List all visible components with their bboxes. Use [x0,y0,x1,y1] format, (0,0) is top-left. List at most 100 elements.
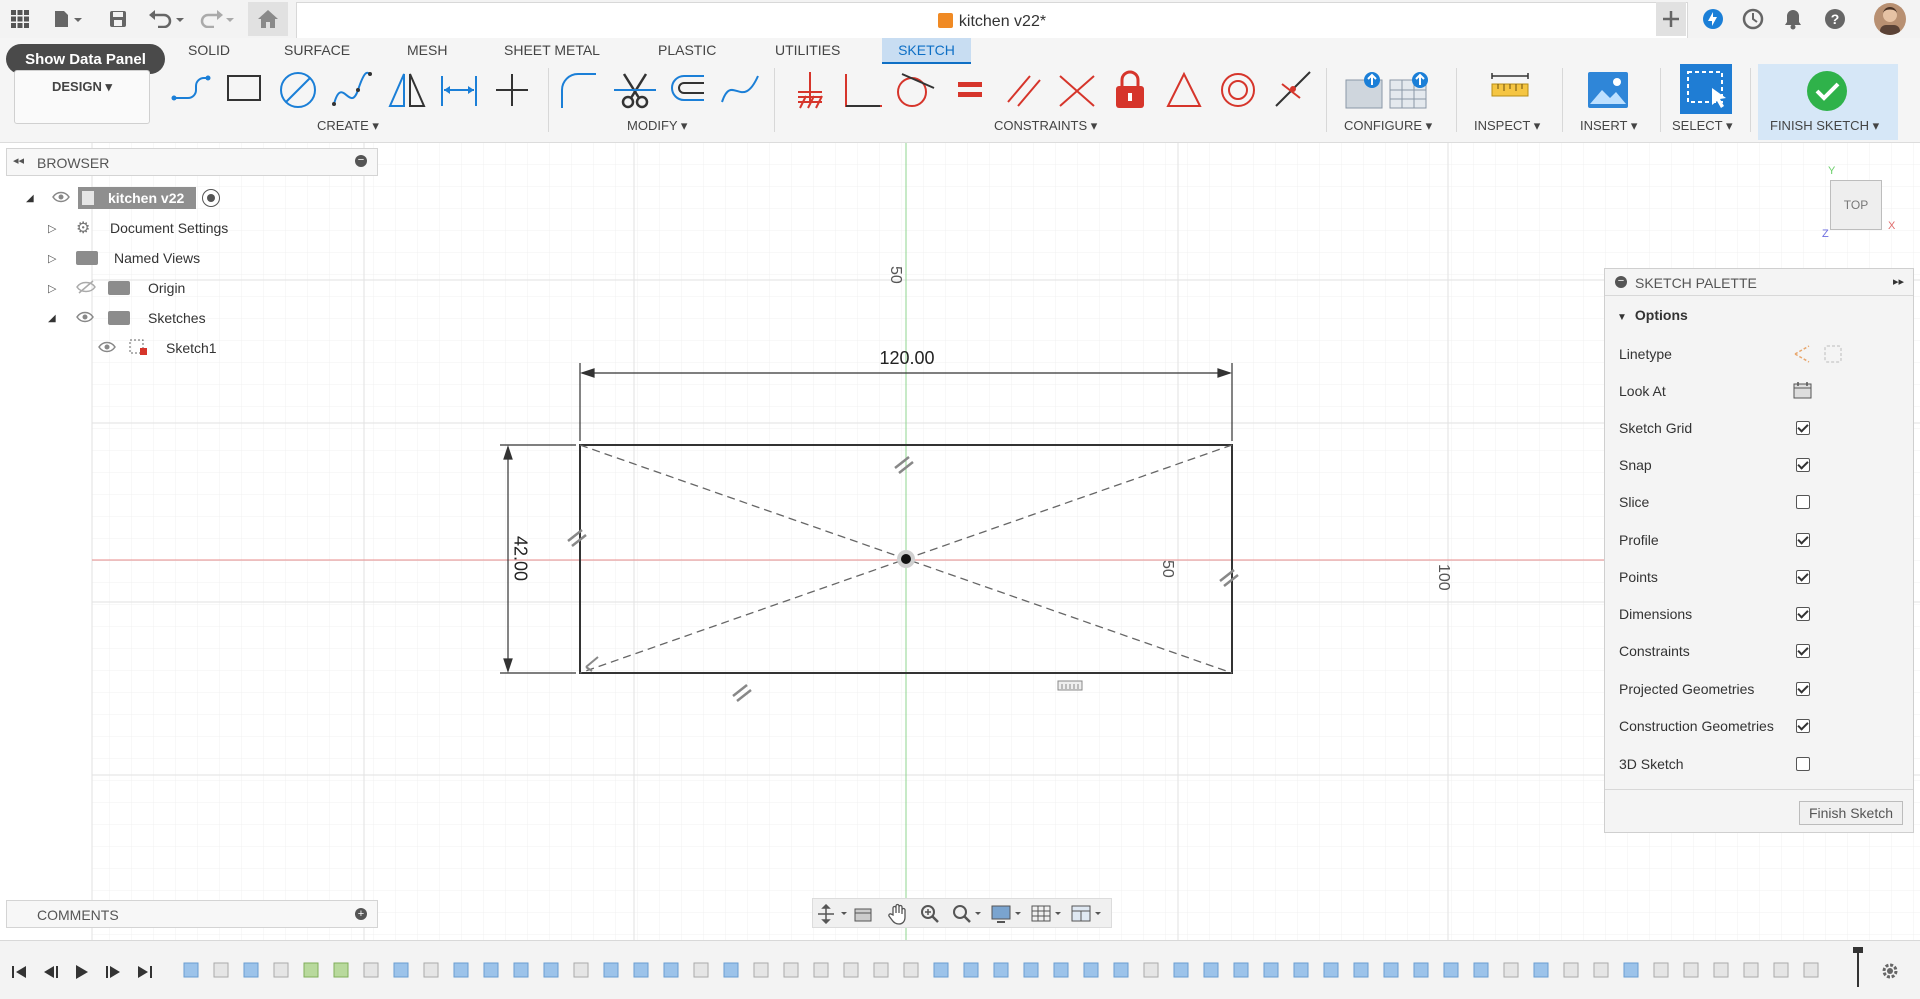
step-back-icon[interactable] [44,966,58,978]
undo-button[interactable] [146,6,186,32]
notifications-icon[interactable] [1780,6,1806,32]
tab-surface[interactable]: SURFACE [284,42,350,58]
grid-settings-icon[interactable] [1031,903,1063,925]
home-icon[interactable] [248,2,288,36]
point-tool-icon[interactable] [490,68,536,112]
curve-tool-icon[interactable] [718,68,764,112]
browser-item-document-settings[interactable]: ▷ ⚙ Document Settings [48,215,228,241]
fillet-tool-icon[interactable] [556,68,602,112]
constraints-checkbox[interactable] [1796,644,1810,658]
browser-panel-header[interactable]: ◂◂ BROWSER − [6,148,378,176]
minimize-panel-icon[interactable]: − [1615,276,1627,288]
line-tool-icon[interactable] [168,68,214,112]
save-icon[interactable] [106,6,130,32]
parallel-constraint-icon[interactable] [1002,68,1048,112]
activate-radio-icon[interactable] [202,189,221,207]
minimize-panel-icon[interactable]: − [355,155,367,167]
projected-geometries-checkbox[interactable] [1796,682,1810,696]
go-to-start-icon[interactable] [12,966,26,978]
configure-table-icon[interactable] [1340,68,1432,112]
user-avatar[interactable] [1874,3,1906,35]
look-at-icon[interactable] [853,904,875,924]
timeline-marker[interactable] [1850,947,1866,987]
constraints-group-label[interactable]: CONSTRAINTS ▾ [994,118,1097,134]
sketch-palette-header[interactable]: − SKETCH PALETTE ▸▸ [1605,269,1913,296]
redo-button[interactable] [196,6,236,32]
browser-item-named-views[interactable]: ▷ Named Views [48,245,200,271]
orbit-icon[interactable] [817,904,849,924]
insert-image-icon[interactable] [1586,68,1632,112]
equal-constraint-icon[interactable] [948,68,994,112]
viewcube[interactable]: TOP [1830,180,1882,230]
3d-sketch-checkbox[interactable] [1796,757,1810,771]
center-point[interactable] [901,554,911,564]
collapse-arrow-icon[interactable]: ◢ [26,193,42,204]
root-component-label[interactable]: kitchen v22 [78,187,197,209]
browser-item-sketch1[interactable]: Sketch1 [98,335,217,361]
finish-sketch-palette-button[interactable]: Finish Sketch [1799,801,1903,825]
mirror-tool-icon[interactable] [384,68,430,112]
browser-item-origin[interactable]: ▷ Origin [48,275,185,301]
file-menu-button[interactable] [50,6,86,32]
extensions-icon[interactable] [1700,6,1726,32]
viewports-icon[interactable] [1071,903,1103,925]
construction-geometries-checkbox[interactable] [1796,719,1810,733]
configure-group-label[interactable]: CONFIGURE ▾ [1344,118,1432,134]
look-at-icon[interactable] [1793,381,1813,399]
hidden-eye-icon[interactable] [76,279,98,297]
options-section-header[interactable]: ▼ Options [1617,307,1688,323]
dimension-tool-icon[interactable] [436,68,482,112]
height-dimension-value[interactable]: 42.00 [510,529,531,589]
expand-arrow-icon[interactable]: ▷ [48,252,62,265]
snap-checkbox[interactable] [1796,458,1810,472]
eye-icon[interactable] [76,310,98,326]
spline-tool-icon[interactable] [330,68,376,112]
select-tool-icon[interactable] [1680,64,1732,114]
help-icon[interactable]: ? [1822,6,1848,32]
eye-icon[interactable] [98,340,120,356]
width-dimension-value[interactable]: 120.00 [872,348,942,369]
insert-group-label[interactable]: INSERT ▾ [1580,118,1637,134]
modify-group-label[interactable]: MODIFY ▾ [627,118,687,134]
add-tab-icon[interactable] [1656,2,1686,36]
tab-sketch[interactable]: SKETCH [882,38,971,64]
circle-tool-icon[interactable] [276,68,322,112]
tangent-constraint-icon[interactable] [892,68,938,112]
comments-panel-header[interactable]: COMMENTS + [6,900,378,928]
horizontal-constraint-glyph[interactable] [1057,680,1083,691]
go-to-end-icon[interactable] [138,966,152,978]
finish-sketch-group-label[interactable]: FINISH SKETCH ▾ [1770,118,1879,134]
select-group-label[interactable]: SELECT ▾ [1672,118,1732,134]
add-comment-icon[interactable]: + [355,908,367,920]
expand-arrow-icon[interactable]: ▷ [48,282,62,295]
collapse-arrow-icon[interactable]: ◢ [48,313,62,324]
rectangle-tool-icon[interactable] [222,68,268,112]
tab-utilities[interactable]: UTILITIES [775,42,840,58]
profile-checkbox[interactable] [1796,533,1810,547]
display-settings-icon[interactable] [991,903,1023,925]
zoom-icon[interactable] [919,903,941,925]
fix-constraint-icon[interactable] [786,68,832,112]
tab-mesh[interactable]: MESH [407,42,447,58]
slice-checkbox[interactable] [1796,495,1810,509]
collapse-panel-icon[interactable]: ◂◂ [13,154,24,167]
tab-solid[interactable]: SOLID [188,42,230,58]
expand-panel-icon[interactable]: ▸▸ [1893,275,1904,288]
document-tab[interactable]: kitchen v22* × [296,2,1688,39]
perpendicular-constraint-icon[interactable] [840,68,886,112]
triangle-constraint-icon[interactable] [1162,68,1208,112]
browser-item-sketches[interactable]: ◢ Sketches [48,305,206,331]
concentric-constraint-icon[interactable] [1216,68,1262,112]
points-checkbox[interactable] [1796,570,1810,584]
browser-root-row[interactable]: ◢ kitchen v22 [26,185,221,211]
linetype-construction-icon[interactable] [1793,344,1843,364]
play-icon[interactable] [76,965,88,979]
apps-grid-icon[interactable] [8,6,32,32]
create-group-label[interactable]: CREATE ▾ [317,118,379,134]
eye-icon[interactable] [52,190,74,206]
workspace-design-dropdown[interactable]: DESIGN ▾ [14,70,150,124]
lock-constraint-icon[interactable] [1108,68,1154,112]
sketch-grid-checkbox[interactable] [1796,421,1810,435]
tab-plastic[interactable]: PLASTIC [658,42,716,58]
tab-sheet-metal[interactable]: SHEET METAL [504,42,600,58]
